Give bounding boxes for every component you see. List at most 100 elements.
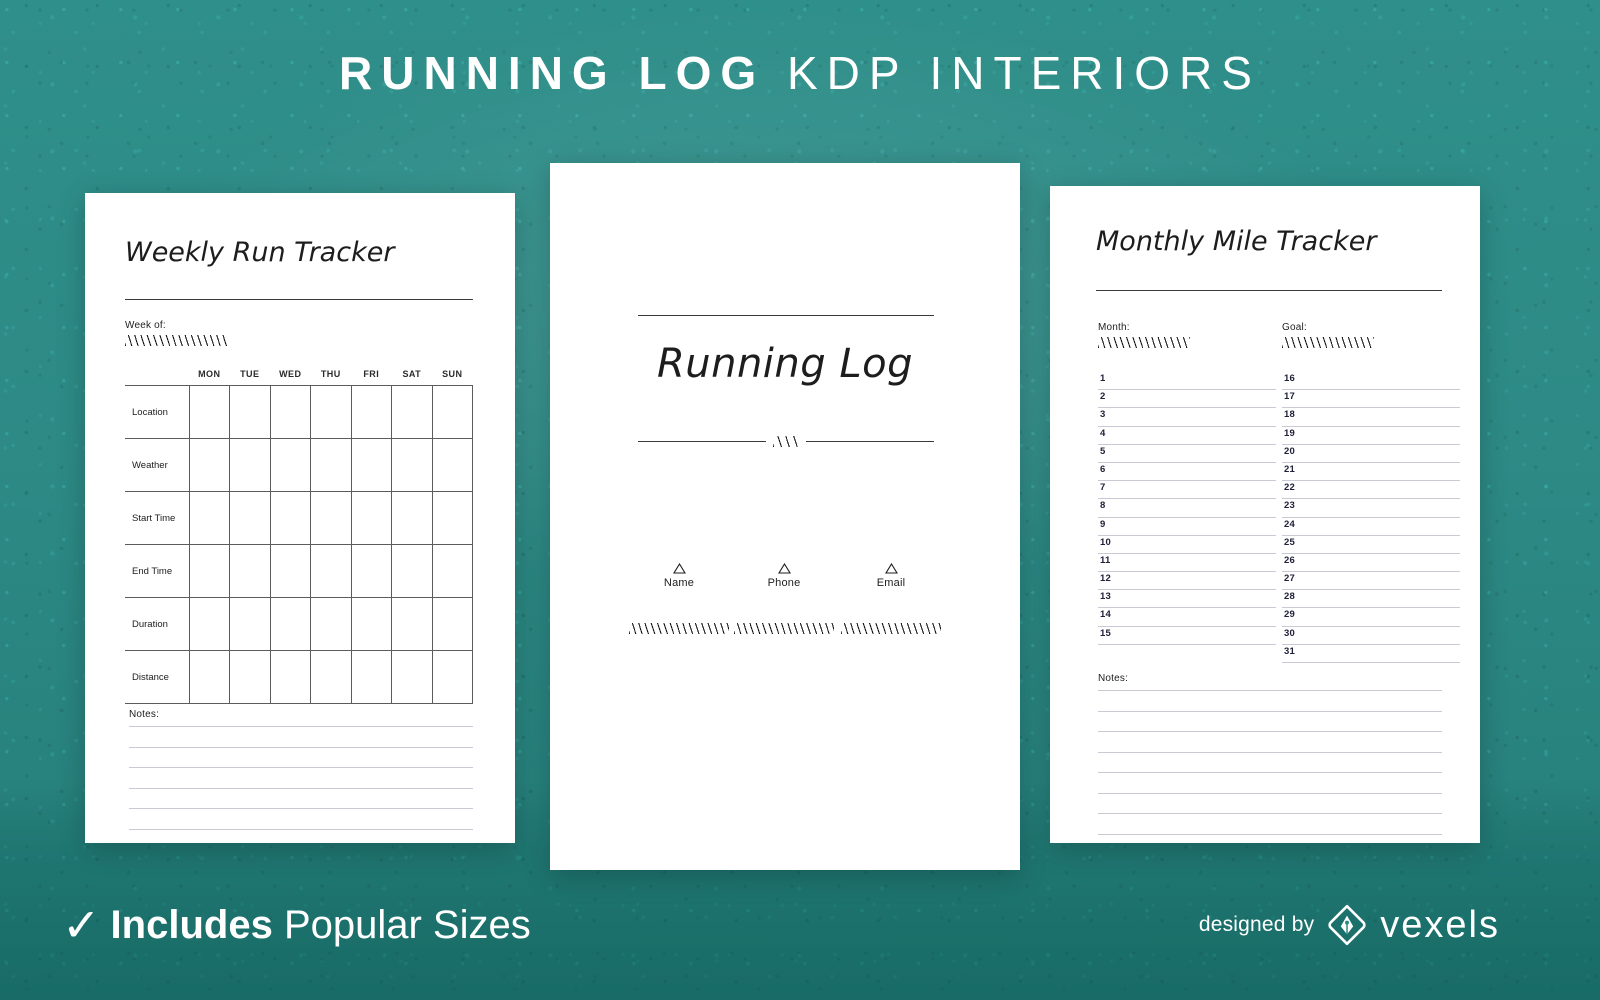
note-line[interactable] — [1098, 772, 1442, 773]
day-entry-row[interactable]: 7 — [1098, 481, 1276, 500]
cell-location-thu[interactable] — [310, 385, 351, 439]
cell-weather-tue[interactable] — [229, 438, 270, 492]
note-line[interactable] — [1098, 690, 1442, 691]
cell-start-time-thu[interactable] — [310, 491, 351, 545]
day-entry-row[interactable]: 14 — [1098, 608, 1276, 627]
day-entry-row[interactable]: 6 — [1098, 463, 1276, 482]
note-line[interactable] — [129, 767, 473, 768]
cell-duration-mon[interactable] — [188, 597, 230, 651]
cell-distance-sat[interactable] — [391, 650, 432, 704]
cell-end-time-wed[interactable] — [269, 544, 311, 598]
table-row: Weather — [125, 438, 473, 492]
note-line[interactable] — [1098, 813, 1442, 814]
cell-end-time-mon[interactable] — [188, 544, 230, 598]
cell-end-time-tue[interactable] — [229, 544, 270, 598]
cell-duration-sat[interactable] — [391, 597, 432, 651]
note-line[interactable] — [1098, 833, 1442, 835]
cell-weather-fri[interactable] — [350, 438, 392, 492]
day-entry-row[interactable]: 12 — [1098, 572, 1276, 591]
cell-start-time-fri[interactable] — [350, 491, 392, 545]
day-entry-row[interactable]: 21 — [1282, 463, 1460, 482]
day-entry-row[interactable]: 11 — [1098, 554, 1276, 573]
cell-location-tue[interactable] — [229, 385, 270, 439]
note-line[interactable] — [129, 746, 473, 748]
day-entry-row[interactable]: 4 — [1098, 427, 1276, 445]
cell-duration-sun[interactable] — [431, 597, 473, 651]
cell-weather-wed[interactable] — [269, 438, 311, 492]
cell-distance-wed[interactable] — [269, 650, 311, 704]
cell-weather-sat[interactable] — [391, 438, 432, 492]
day-entry-row[interactable]: 2 — [1098, 390, 1276, 409]
weekly-notes-lines[interactable] — [129, 726, 473, 830]
day-entry-row[interactable]: 30 — [1282, 627, 1460, 645]
contact-input-name[interactable] — [629, 623, 729, 634]
day-entry-row[interactable]: 31 — [1282, 645, 1460, 663]
cell-duration-wed[interactable] — [269, 597, 311, 651]
cell-location-fri[interactable] — [350, 385, 392, 439]
week-of-input[interactable] — [125, 335, 229, 346]
cell-end-time-fri[interactable] — [350, 544, 392, 598]
note-line[interactable] — [129, 808, 473, 809]
cell-start-time-sat[interactable] — [391, 491, 432, 545]
day-entry-row[interactable]: 22 — [1282, 481, 1460, 500]
day-entry-row[interactable]: 3 — [1098, 408, 1276, 427]
cell-weather-sun[interactable] — [431, 438, 473, 492]
cell-end-time-thu[interactable] — [310, 544, 351, 598]
cell-location-wed[interactable] — [269, 385, 311, 439]
cell-weather-thu[interactable] — [310, 438, 351, 492]
day-entry-row[interactable]: 23 — [1282, 499, 1460, 518]
contact-input-email[interactable] — [841, 623, 941, 634]
cell-end-time-sat[interactable] — [391, 544, 432, 598]
note-line[interactable] — [129, 726, 473, 727]
day-entry-row[interactable]: 5 — [1098, 445, 1276, 463]
cell-location-sun[interactable] — [431, 385, 473, 439]
day-entry-row[interactable]: 20 — [1282, 445, 1460, 463]
cell-start-time-wed[interactable] — [269, 491, 311, 545]
monthly-notes-lines[interactable] — [1098, 690, 1442, 835]
day-entry-row[interactable]: 13 — [1098, 590, 1276, 609]
day-number: 28 — [1284, 591, 1295, 603]
day-entry-row[interactable]: 17 — [1282, 390, 1460, 409]
cell-location-mon[interactable] — [188, 385, 230, 439]
contact-input-phone[interactable] — [734, 623, 834, 634]
cell-duration-tue[interactable] — [229, 597, 270, 651]
month-input[interactable] — [1098, 337, 1190, 348]
day-entry-row[interactable]: 1 — [1098, 372, 1276, 391]
note-line[interactable] — [1098, 792, 1442, 794]
cell-start-time-sun[interactable] — [431, 491, 473, 545]
cell-distance-thu[interactable] — [310, 650, 351, 704]
cell-distance-fri[interactable] — [350, 650, 392, 704]
day-entry-row[interactable]: 9 — [1098, 518, 1276, 536]
note-line[interactable] — [1098, 751, 1442, 753]
cell-duration-thu[interactable] — [310, 597, 351, 651]
monthly-title-rule — [1096, 290, 1442, 291]
day-entry-row[interactable]: 18 — [1282, 408, 1460, 427]
day-entry-row[interactable]: 8 — [1098, 499, 1276, 518]
day-entry-row[interactable]: 28 — [1282, 590, 1460, 609]
cell-duration-fri[interactable] — [350, 597, 392, 651]
day-entry-row[interactable]: 25 — [1282, 536, 1460, 554]
day-entry-row[interactable]: 27 — [1282, 572, 1460, 591]
cell-location-sat[interactable] — [391, 385, 432, 439]
day-entry-row[interactable]: 19 — [1282, 427, 1460, 445]
table-row: Distance — [125, 650, 473, 704]
cell-start-time-tue[interactable] — [229, 491, 270, 545]
cell-distance-mon[interactable] — [188, 650, 230, 704]
table-row: Start Time — [125, 491, 473, 545]
goal-input[interactable] — [1282, 337, 1374, 348]
note-line[interactable] — [1098, 710, 1442, 712]
day-entry-row[interactable]: 15 — [1098, 627, 1276, 645]
cell-end-time-sun[interactable] — [431, 544, 473, 598]
day-entry-row[interactable]: 29 — [1282, 608, 1460, 627]
note-line[interactable] — [129, 828, 473, 830]
cell-distance-tue[interactable] — [229, 650, 270, 704]
day-entry-row[interactable]: 16 — [1282, 372, 1460, 391]
cell-start-time-mon[interactable] — [188, 491, 230, 545]
note-line[interactable] — [129, 787, 473, 789]
cell-weather-mon[interactable] — [188, 438, 230, 492]
day-entry-row[interactable]: 24 — [1282, 518, 1460, 536]
day-entry-row[interactable]: 26 — [1282, 554, 1460, 573]
cell-distance-sun[interactable] — [431, 650, 473, 704]
note-line[interactable] — [1098, 731, 1442, 732]
day-entry-row[interactable]: 10 — [1098, 536, 1276, 554]
